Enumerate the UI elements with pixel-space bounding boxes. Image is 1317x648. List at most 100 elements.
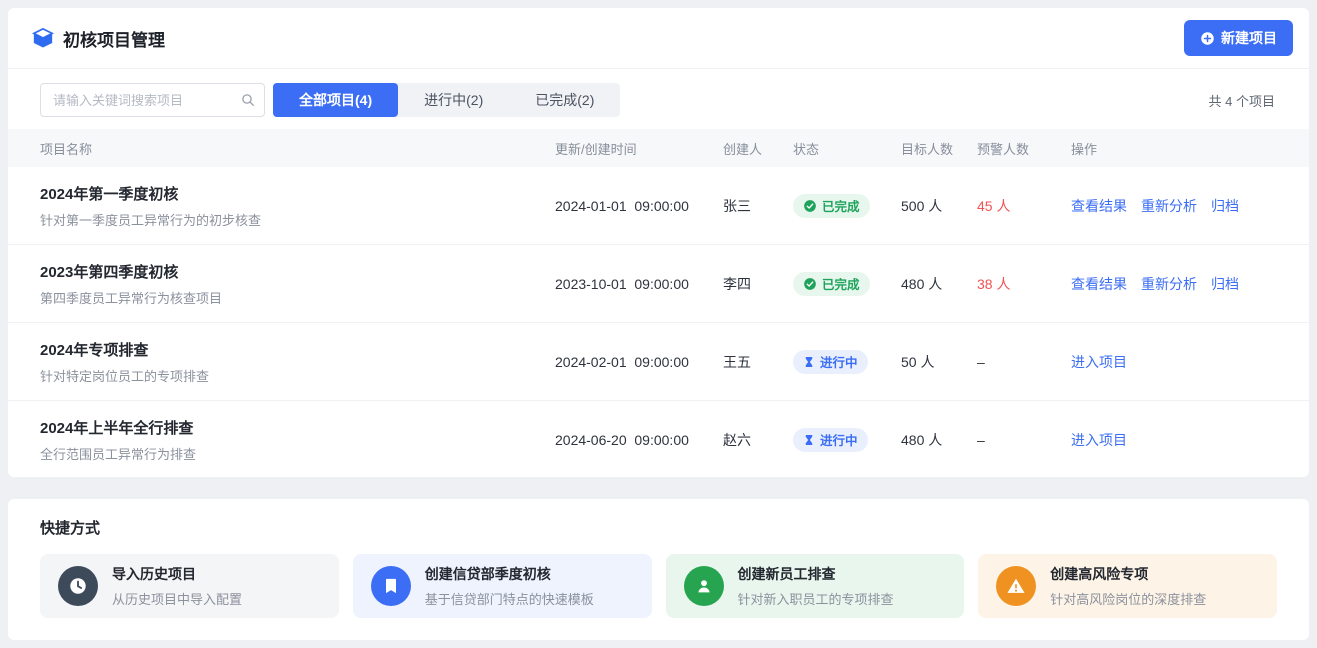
- tab-all[interactable]: 全部项目(4): [273, 83, 398, 117]
- row-actions: 查看结果重新分析归档: [1071, 274, 1309, 294]
- enter-project-link[interactable]: 进入项目: [1071, 432, 1127, 448]
- reanalyze-link[interactable]: 重新分析: [1141, 198, 1197, 214]
- warning-icon: [996, 566, 1036, 606]
- project-time: 2023-10-01 09:00:00: [555, 276, 723, 292]
- plus-circle-icon: [1200, 31, 1215, 46]
- toolbar: 全部项目(4)进行中(2)已完成(2) 共 4 个项目: [8, 69, 1309, 129]
- warning-count-value: 45 人: [977, 198, 1010, 214]
- page-header-left: 初核项目管理: [32, 26, 165, 51]
- status-badge: 已完成: [793, 272, 870, 296]
- new-project-button[interactable]: 新建项目: [1184, 20, 1293, 56]
- archive-link[interactable]: 归档: [1211, 198, 1239, 214]
- column-header: 目标人数: [901, 139, 977, 158]
- status-badge-label: 已完成: [822, 196, 860, 215]
- view-results-link[interactable]: 查看结果: [1071, 198, 1127, 214]
- quick-action-text: 创建高风险专项针对高风险岗位的深度排查: [1050, 564, 1206, 608]
- target-count: 480 人: [901, 274, 977, 294]
- quick-action-description: 针对新入职员工的专项排查: [738, 589, 894, 608]
- warning-count: –: [977, 432, 1071, 448]
- table-row: 2024年第一季度初核针对第一季度员工异常行为的初步核查2024-01-01 0…: [8, 167, 1309, 245]
- search-icon[interactable]: [240, 92, 256, 108]
- warning-count-value: –: [977, 432, 985, 448]
- project-table-body: 2024年第一季度初核针对第一季度员工异常行为的初步核查2024-01-01 0…: [8, 167, 1309, 477]
- quick-action-card[interactable]: 创建新员工排查针对新入职员工的专项排查: [666, 554, 965, 618]
- archive-link[interactable]: 归档: [1211, 276, 1239, 292]
- project-time: 2024-06-20 09:00:00: [555, 432, 723, 448]
- page: 初核项目管理 新建项目: [0, 0, 1317, 648]
- project-status-cell: 已完成: [793, 194, 901, 218]
- quick-action-title: 创建信贷部季度初核: [425, 564, 594, 584]
- target-count: 50 人: [901, 352, 977, 372]
- quick-actions-panel: 快捷方式 导入历史项目从历史项目中导入配置创建信贷部季度初核基于信贷部门特点的快…: [8, 499, 1309, 640]
- hourglass-icon: [803, 356, 815, 368]
- row-actions: 进入项目: [1071, 430, 1309, 450]
- hourglass-icon: [803, 434, 815, 446]
- search-input[interactable]: [40, 83, 265, 117]
- clock-icon: [58, 566, 98, 606]
- warning-count-value: –: [977, 354, 985, 370]
- quick-action-description: 从历史项目中导入配置: [112, 589, 242, 608]
- table-row: 2024年上半年全行排查全行范围员工异常行为排查2024-06-20 09:00…: [8, 401, 1309, 477]
- project-time: 2024-01-01 09:00:00: [555, 198, 723, 214]
- project-creator: 李四: [723, 274, 793, 294]
- quick-action-card[interactable]: 创建高风险专项针对高风险岗位的深度排查: [978, 554, 1277, 618]
- row-actions: 查看结果重新分析归档: [1071, 196, 1309, 216]
- project-description: 第四季度员工异常行为核查项目: [40, 288, 555, 307]
- quick-action-description: 基于信贷部门特点的快速模板: [425, 589, 594, 608]
- quick-action-description: 针对高风险岗位的深度排查: [1050, 589, 1206, 608]
- project-name: 2024年专项排查: [40, 339, 555, 360]
- table-row: 2024年专项排查针对特定岗位员工的专项排查2024-02-01 09:00:0…: [8, 323, 1309, 401]
- target-count: 480 人: [901, 430, 977, 450]
- check-circle-icon: [803, 277, 817, 291]
- quick-action-text: 创建信贷部季度初核基于信贷部门特点的快速模板: [425, 564, 594, 608]
- quick-action-text: 导入历史项目从历史项目中导入配置: [112, 564, 242, 608]
- quick-action-card[interactable]: 导入历史项目从历史项目中导入配置: [40, 554, 339, 618]
- main-panel: 初核项目管理 新建项目: [8, 8, 1309, 477]
- status-badge: 进行中: [793, 350, 868, 374]
- app-logo-cube-icon: [32, 27, 54, 49]
- tab-in-progress[interactable]: 进行中(2): [398, 83, 509, 117]
- project-status-cell: 进行中: [793, 350, 901, 374]
- status-badge-label: 进行中: [820, 352, 858, 371]
- reanalyze-link[interactable]: 重新分析: [1141, 276, 1197, 292]
- column-header: 项目名称: [8, 139, 555, 158]
- project-description: 针对特定岗位员工的专项排查: [40, 366, 555, 385]
- project-name: 2023年第四季度初核: [40, 261, 555, 282]
- search-box: [40, 83, 265, 117]
- project-status-cell: 已完成: [793, 272, 901, 296]
- warning-count: –: [977, 354, 1071, 370]
- status-badge-label: 进行中: [820, 430, 858, 449]
- warning-count: 38 人: [977, 274, 1071, 294]
- tab-completed[interactable]: 已完成(2): [509, 83, 620, 117]
- project-description: 全行范围员工异常行为排查: [40, 444, 555, 463]
- status-badge: 已完成: [793, 194, 870, 218]
- enter-project-link[interactable]: 进入项目: [1071, 354, 1127, 370]
- project-name: 2024年上半年全行排查: [40, 417, 555, 438]
- row-actions: 进入项目: [1071, 352, 1309, 372]
- warning-count-value: 38 人: [977, 276, 1010, 292]
- view-results-link[interactable]: 查看结果: [1071, 276, 1127, 292]
- quick-actions-grid: 导入历史项目从历史项目中导入配置创建信贷部季度初核基于信贷部门特点的快速模板创建…: [40, 554, 1277, 618]
- check-circle-icon: [803, 199, 817, 213]
- warning-count: 45 人: [977, 196, 1071, 216]
- project-creator: 张三: [723, 196, 793, 216]
- project-name: 2024年第一季度初核: [40, 183, 555, 204]
- quick-action-text: 创建新员工排查针对新入职员工的专项排查: [738, 564, 894, 608]
- bookmark-icon: [371, 566, 411, 606]
- project-status-cell: 进行中: [793, 428, 901, 452]
- status-badge-label: 已完成: [822, 274, 860, 293]
- project-creator: 王五: [723, 352, 793, 372]
- column-header: 操作: [1071, 139, 1309, 158]
- column-header: 更新/创建时间: [555, 139, 723, 158]
- quick-action-card[interactable]: 创建信贷部季度初核基于信贷部门特点的快速模板: [353, 554, 652, 618]
- quick-action-title: 创建新员工排查: [738, 564, 894, 584]
- status-badge: 进行中: [793, 428, 868, 452]
- project-creator: 赵六: [723, 430, 793, 450]
- table-row: 2023年第四季度初核第四季度员工异常行为核查项目2023-10-01 09:0…: [8, 245, 1309, 323]
- column-header: 创建人: [723, 139, 793, 158]
- quick-action-title: 创建高风险专项: [1050, 564, 1206, 584]
- table-header-row: 项目名称更新/创建时间创建人状态目标人数预警人数操作: [8, 129, 1309, 167]
- project-time: 2024-02-01 09:00:00: [555, 354, 723, 370]
- project-description: 针对第一季度员工异常行为的初步核查: [40, 210, 555, 229]
- column-header: 预警人数: [977, 139, 1071, 158]
